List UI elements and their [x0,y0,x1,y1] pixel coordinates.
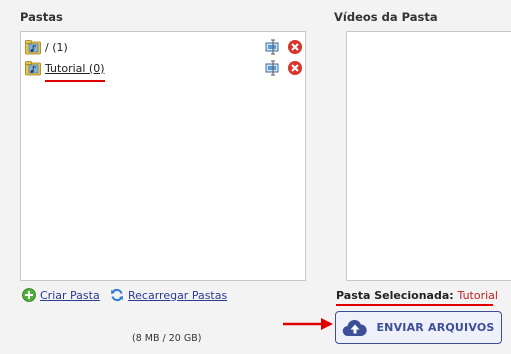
folders-list: / (1) Tutorial (0) [20,31,306,281]
videos-list [346,31,511,281]
folder-actions [259,60,303,76]
folders-title: Pastas [20,10,63,24]
videos-title: Vídeos da Pasta [334,10,438,24]
folder-item-root[interactable]: / (1) [25,38,303,56]
selected-folder-value: Tutorial [457,289,498,302]
highlight-underline-tutorial [45,80,105,82]
arrow-right-icon [283,318,333,330]
folder-item-tutorial[interactable]: Tutorial (0) [25,59,303,77]
plus-icon [22,288,36,302]
delete-icon[interactable] [287,39,303,55]
reload-icon [111,288,123,302]
create-folder-label: Criar Pasta [40,288,100,302]
monitor-edit-icon[interactable] [265,60,281,76]
storage-usage: (8 MB / 20 GB) [132,333,202,344]
folder-actions [259,39,303,55]
selected-folder-label: Pasta Selecionada: [336,289,454,302]
folder-label: Tutorial (0) [45,61,105,75]
delete-icon[interactable] [287,60,303,76]
folder-label: / (1) [45,40,68,54]
cloud-upload-icon [343,319,368,336]
music-folder-icon [25,40,41,55]
highlight-underline-selected [336,304,493,306]
music-folder-icon [25,61,41,76]
monitor-edit-icon[interactable] [265,39,281,55]
reload-folders-label: Recarregar Pastas [128,288,228,302]
send-files-button[interactable]: ENVIAR ARQUIVOS [335,311,502,344]
selected-folder: Pasta Selecionada: Tutorial [336,289,498,302]
reload-folders-link[interactable]: Recarregar Pastas [110,288,227,302]
create-folder-link[interactable]: Criar Pasta [22,288,100,302]
send-files-label: ENVIAR ARQUIVOS [376,321,495,334]
